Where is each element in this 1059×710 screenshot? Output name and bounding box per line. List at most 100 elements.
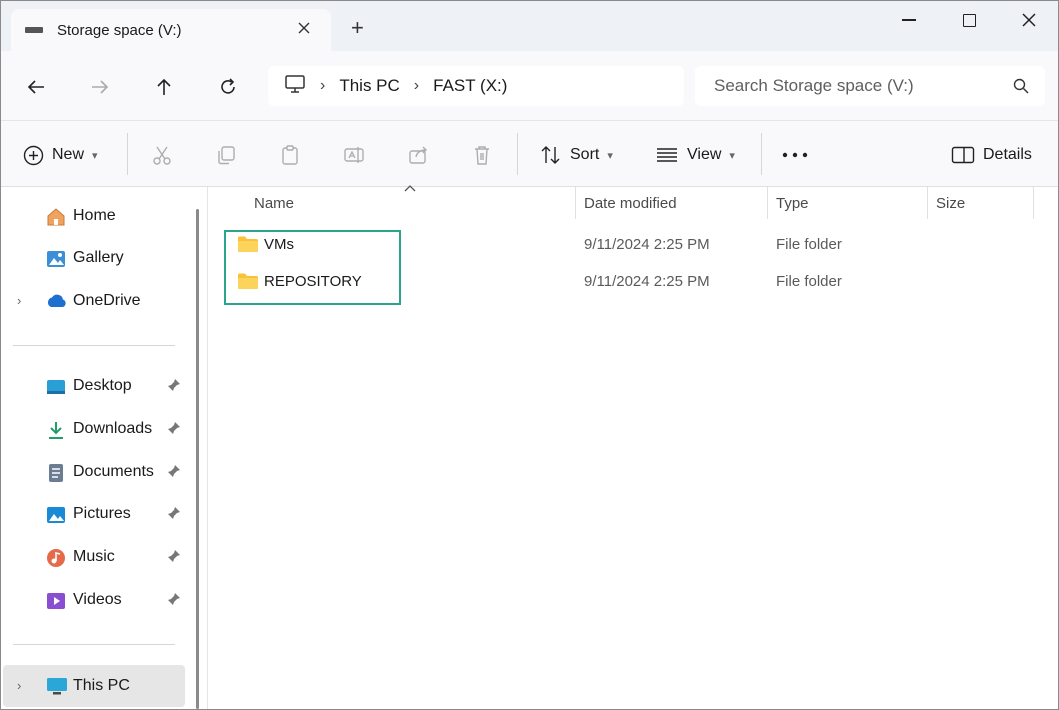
pin-icon[interactable]	[167, 506, 181, 525]
divider	[127, 133, 128, 175]
sidebar-item-home[interactable]: Home	[1, 197, 187, 235]
chevron-right-icon[interactable]: ›	[17, 678, 21, 693]
more-options-button[interactable]	[782, 141, 808, 169]
chevron-down-icon: ▾	[607, 149, 613, 162]
sidebar-item-this-pc[interactable]: › This PC	[3, 665, 185, 707]
close-window-button[interactable]	[1009, 7, 1049, 33]
sort-icon	[541, 146, 560, 164]
chevron-right-icon[interactable]: ›	[17, 293, 21, 308]
pin-icon[interactable]	[167, 421, 181, 440]
column-header-type[interactable]: Type	[776, 195, 809, 212]
chevron-down-icon: ▾	[92, 149, 98, 162]
details-label: Details	[983, 146, 1032, 163]
sidebar-item-music[interactable]: Music	[1, 538, 187, 576]
sidebar-item-videos[interactable]: Videos	[1, 581, 187, 619]
paste-button[interactable]	[279, 141, 301, 169]
view-button[interactable]: View ▾	[655, 141, 735, 169]
column-header-name[interactable]: Name	[254, 195, 294, 212]
back-button[interactable]	[22, 73, 50, 101]
drive-icon	[25, 27, 43, 33]
file-type: File folder	[776, 273, 842, 290]
sidebar-scrollbar[interactable]	[196, 209, 199, 709]
tab-title: Storage space (V:)	[57, 21, 182, 39]
pin-icon[interactable]	[167, 549, 181, 568]
navigation-pane: Home Gallery › OneDrive Desktop Download…	[1, 187, 201, 709]
sidebar-item-label: Gallery	[73, 249, 124, 266]
computer-icon	[284, 74, 306, 98]
column-divider[interactable]	[1033, 187, 1034, 219]
view-label: View	[687, 146, 722, 163]
divider	[761, 133, 762, 175]
delete-button[interactable]	[471, 141, 493, 169]
sidebar-item-pictures[interactable]: Pictures	[1, 495, 187, 533]
rename-button[interactable]	[343, 141, 365, 169]
sidebar-item-gallery[interactable]: Gallery	[1, 239, 187, 277]
sidebar-item-label: This PC	[73, 677, 130, 694]
trash-icon	[475, 146, 489, 165]
computer-icon	[45, 676, 67, 696]
minimize-button[interactable]	[889, 7, 929, 33]
pin-icon[interactable]	[167, 378, 181, 397]
new-label: New	[52, 146, 85, 163]
highlight-annotation-box	[224, 230, 401, 305]
breadcrumb-this-pc[interactable]: This PC	[339, 76, 399, 96]
pin-icon[interactable]	[167, 464, 181, 483]
sidebar-item-label: Downloads	[73, 420, 153, 437]
sort-ascending-icon	[404, 181, 416, 195]
column-divider[interactable]	[927, 187, 928, 219]
scissors-icon	[153, 146, 171, 165]
share-button[interactable]	[407, 141, 429, 169]
address-bar[interactable]: › This PC › FAST (X:)	[268, 66, 684, 106]
close-tab-icon[interactable]	[297, 19, 311, 40]
sort-label: Sort	[570, 146, 600, 163]
sidebar-item-label: Pictures	[73, 505, 131, 522]
copy-button[interactable]	[215, 141, 237, 169]
search-icon[interactable]	[1013, 78, 1029, 98]
column-header-size[interactable]: Size	[936, 195, 965, 212]
address-row: › This PC › FAST (X:)	[1, 51, 1058, 121]
new-tab-button[interactable]: +	[351, 15, 364, 41]
breadcrumb-chevron-icon: ›	[413, 77, 420, 94]
sidebar-item-downloads[interactable]: Downloads	[1, 410, 187, 448]
arrow-right-icon	[92, 80, 109, 94]
details-pane-button[interactable]: Details	[951, 141, 1032, 169]
column-divider[interactable]	[575, 187, 576, 219]
arrow-up-icon	[157, 78, 171, 95]
plus-circle-icon	[23, 145, 44, 165]
sidebar-item-desktop[interactable]: Desktop	[1, 367, 187, 405]
view-list-icon	[657, 148, 677, 162]
breadcrumb-fast-x[interactable]: FAST (X:)	[433, 76, 507, 96]
videos-icon	[45, 591, 65, 611]
sidebar-item-documents[interactable]: Documents	[1, 453, 187, 491]
sidebar-item-onedrive[interactable]: › OneDrive	[1, 282, 187, 320]
file-type: File folder	[776, 236, 842, 253]
rename-icon	[344, 147, 364, 163]
chevron-down-icon: ▾	[729, 149, 735, 162]
gallery-icon	[45, 249, 65, 269]
sort-button[interactable]: Sort ▾	[540, 141, 613, 169]
column-header-date-modified[interactable]: Date modified	[584, 195, 677, 212]
sidebar-item-label: Music	[73, 548, 115, 565]
search-input[interactable]	[714, 76, 994, 96]
search-box[interactable]	[695, 66, 1045, 106]
new-button[interactable]: New ▾	[23, 141, 98, 169]
details-pane-icon	[951, 146, 975, 164]
pin-icon[interactable]	[167, 592, 181, 611]
maximize-button[interactable]	[949, 7, 989, 33]
tab-storage-space[interactable]: Storage space (V:)	[11, 9, 331, 51]
download-icon	[45, 420, 65, 440]
forward-button[interactable]	[86, 73, 114, 101]
cut-button[interactable]	[151, 141, 173, 169]
sidebar-item-label: Desktop	[73, 377, 132, 394]
clipboard-icon	[282, 145, 298, 165]
breadcrumb-chevron-icon: ›	[320, 77, 326, 94]
refresh-button[interactable]	[214, 73, 242, 101]
sidebar-item-label: Videos	[73, 591, 122, 608]
title-bar: Storage space (V:) +	[1, 1, 1058, 51]
file-date-modified: 9/11/2024 2:25 PM	[584, 273, 710, 290]
file-date-modified: 9/11/2024 2:25 PM	[584, 236, 710, 253]
command-bar: New ▾ Sort ▾ View ▾ Details	[1, 121, 1058, 187]
up-button[interactable]	[150, 73, 178, 101]
music-icon	[45, 548, 65, 568]
column-divider[interactable]	[767, 187, 768, 219]
